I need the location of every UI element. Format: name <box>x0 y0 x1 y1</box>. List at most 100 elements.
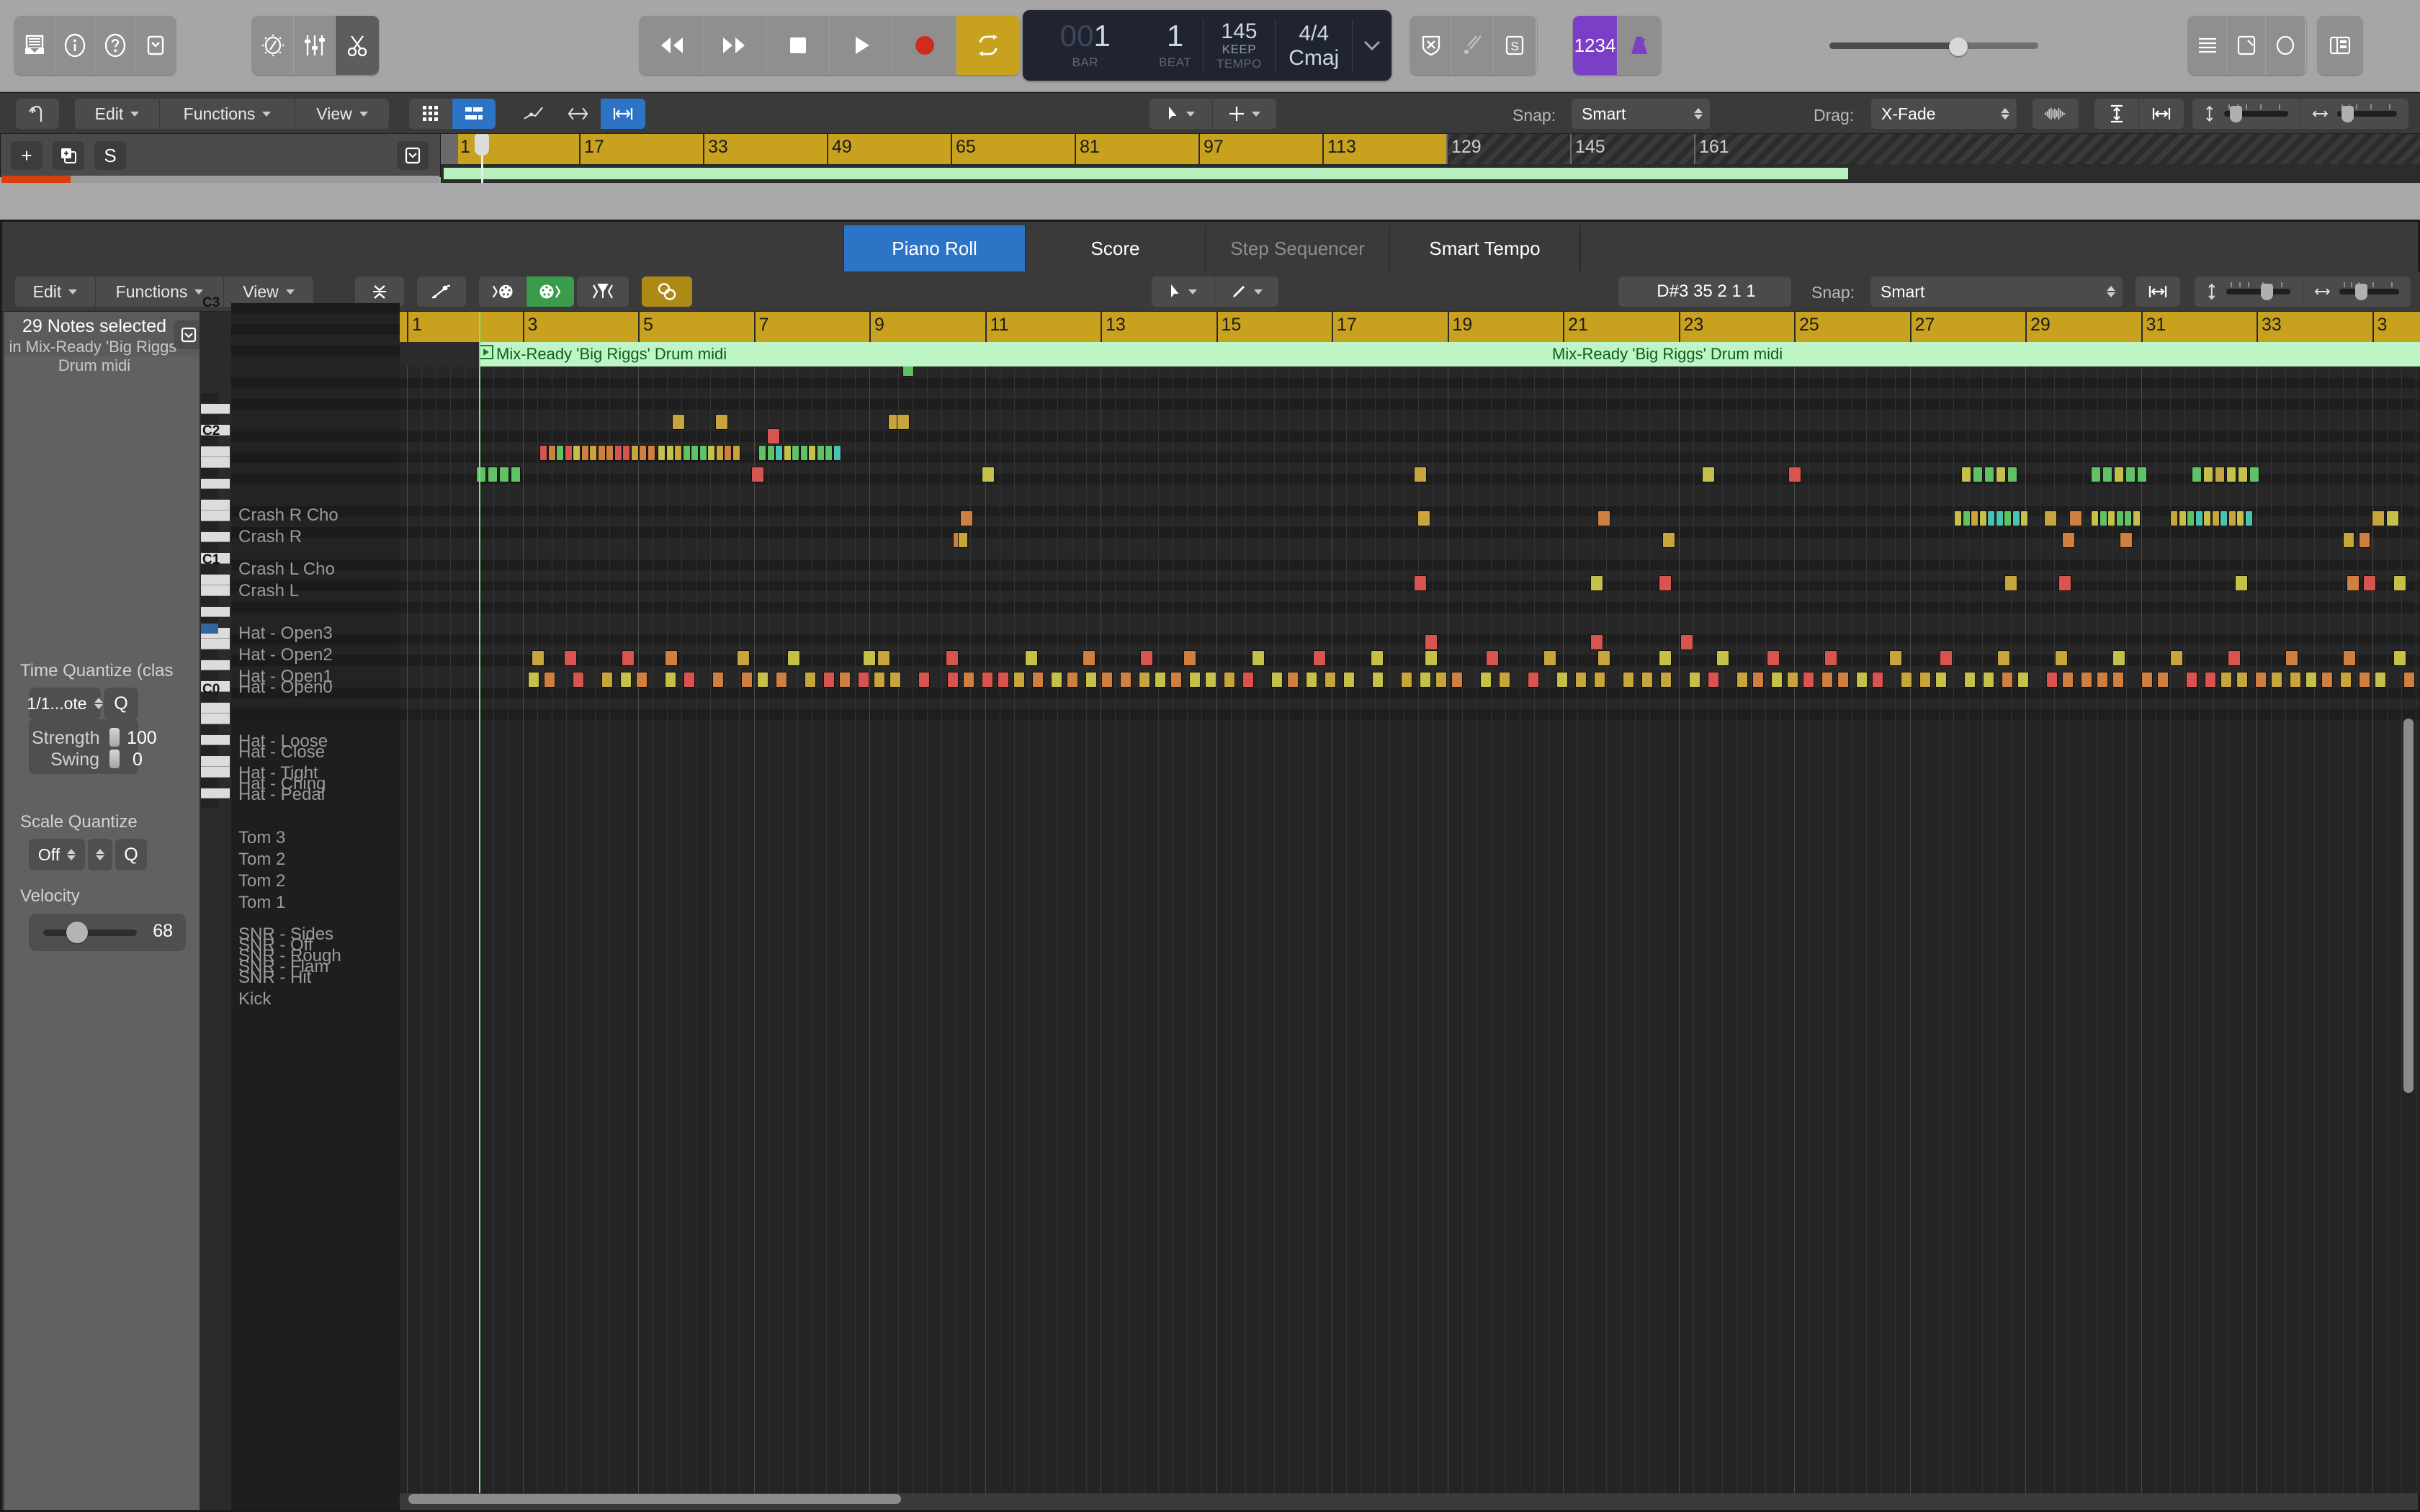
midi-note[interactable] <box>2133 510 2141 526</box>
piano-roll-playhead[interactable] <box>479 312 480 1493</box>
midi-note[interactable] <box>1935 672 1947 688</box>
mixer-icon[interactable] <box>294 16 336 75</box>
piano-key-black[interactable] <box>201 596 218 606</box>
midi-note[interactable] <box>805 672 816 688</box>
midi-note[interactable] <box>1971 510 1978 526</box>
midi-note[interactable] <box>1083 650 1095 666</box>
midi-note[interactable] <box>1417 510 1430 526</box>
midi-note[interactable] <box>732 445 740 461</box>
midi-note[interactable] <box>1901 672 1912 688</box>
arrange-track-lane[interactable] <box>441 164 2420 183</box>
midi-note[interactable] <box>737 650 750 666</box>
midi-note[interactable] <box>674 445 682 461</box>
midi-note[interactable] <box>716 445 724 461</box>
record-button[interactable] <box>893 16 956 75</box>
tab-score[interactable]: Score <box>1026 225 1206 271</box>
midi-note[interactable] <box>2099 510 2107 526</box>
flex-icon[interactable] <box>556 99 601 129</box>
midi-note[interactable] <box>2187 510 2195 526</box>
midi-note[interactable] <box>2321 672 2333 688</box>
midi-note[interactable] <box>2179 510 2187 526</box>
midi-note[interactable] <box>573 445 581 461</box>
midi-note[interactable] <box>1205 672 1216 688</box>
horizontal-zoom-icon[interactable] <box>2139 99 2184 129</box>
midi-note[interactable] <box>2386 510 2399 526</box>
midi-note[interactable] <box>2120 532 2133 548</box>
midi-note[interactable] <box>1528 672 1539 688</box>
midi-note[interactable] <box>2046 672 2058 688</box>
midi-note[interactable] <box>998 672 1009 688</box>
piano-key-white[interactable] <box>201 756 230 767</box>
midi-note[interactable] <box>1803 672 1814 688</box>
midi-note[interactable] <box>647 445 655 461</box>
midi-note[interactable] <box>1856 672 1868 688</box>
library-icon[interactable] <box>14 16 55 75</box>
midi-note[interactable] <box>1961 467 1971 482</box>
midi-note[interactable] <box>946 650 959 666</box>
midi-note[interactable] <box>2255 672 2267 688</box>
midi-note[interactable] <box>665 672 676 688</box>
midi-note[interactable] <box>1659 650 1672 666</box>
midi-note[interactable] <box>1425 650 1438 666</box>
midi-note[interactable] <box>2205 672 2216 688</box>
midi-note[interactable] <box>565 445 573 461</box>
midi-note[interactable] <box>1120 672 1131 688</box>
note-attribute-icon[interactable] <box>577 276 629 307</box>
midi-note[interactable] <box>2285 650 2298 666</box>
midi-note[interactable] <box>1414 467 1427 482</box>
piano-key-white[interactable] <box>201 479 230 490</box>
piano-key-black[interactable] <box>201 521 218 531</box>
loops-icon[interactable] <box>2266 16 2305 75</box>
midi-note[interactable] <box>1242 672 1254 688</box>
swing-pill[interactable] <box>109 750 120 768</box>
midi-note[interactable] <box>622 650 635 666</box>
midi-note[interactable] <box>1940 650 1953 666</box>
midi-note[interactable] <box>636 672 647 688</box>
midi-note[interactable] <box>2249 467 2259 482</box>
midi-region[interactable]: Mix-Ready 'Big Riggs' Drum midi Mix-Read… <box>479 342 2420 366</box>
help-icon[interactable] <box>95 16 135 75</box>
midi-note[interactable] <box>776 672 787 688</box>
arrange-ruler[interactable]: 1173349658197113129145161129145161 <box>441 134 2420 164</box>
midi-note[interactable] <box>808 445 816 461</box>
midi-note[interactable] <box>1499 672 1510 688</box>
midi-note[interactable] <box>947 672 959 688</box>
midi-note[interactable] <box>2359 532 2370 548</box>
piano-key-white[interactable] <box>201 703 230 714</box>
midi-note[interactable] <box>2375 672 2386 688</box>
midi-note[interactable] <box>2170 650 2183 666</box>
midi-note[interactable] <box>1414 575 1427 591</box>
rewind-button[interactable] <box>640 16 703 75</box>
midi-note[interactable] <box>833 445 841 461</box>
midi-note[interactable] <box>2124 510 2132 526</box>
midi-note[interactable] <box>2020 510 2028 526</box>
list-editors-icon[interactable] <box>2188 16 2227 75</box>
midi-note[interactable] <box>2203 467 2213 482</box>
automation-icon[interactable] <box>511 99 556 129</box>
midi-note[interactable] <box>2403 672 2415 688</box>
midi-note[interactable] <box>1032 672 1044 688</box>
midi-note[interactable] <box>1025 650 1038 666</box>
piano-key-white[interactable] <box>201 575 230 585</box>
midi-note[interactable] <box>982 672 993 688</box>
midi-note[interactable] <box>2091 510 2099 526</box>
midi-note[interactable] <box>1013 672 1025 688</box>
pointer-tool-icon[interactable] <box>1150 99 1213 129</box>
midi-note[interactable] <box>1420 672 1431 688</box>
midi-note[interactable] <box>672 414 685 430</box>
midi-note[interactable] <box>1189 672 1201 688</box>
arrange-region[interactable] <box>444 168 1848 179</box>
midi-note[interactable] <box>1313 650 1326 666</box>
piano-key-black[interactable] <box>201 489 218 499</box>
midi-note[interactable] <box>1543 650 1556 666</box>
midi-note[interactable] <box>1371 650 1384 666</box>
note-grid[interactable] <box>400 366 2420 1493</box>
midi-note[interactable] <box>839 672 851 688</box>
midi-note[interactable] <box>1252 650 1265 666</box>
midi-note[interactable] <box>1425 634 1438 650</box>
midi-note[interactable] <box>874 672 885 688</box>
midi-note[interactable] <box>556 445 564 461</box>
midi-note[interactable] <box>684 672 695 688</box>
cycle-button[interactable] <box>956 16 1020 75</box>
metronome-icon[interactable] <box>1618 16 1661 75</box>
